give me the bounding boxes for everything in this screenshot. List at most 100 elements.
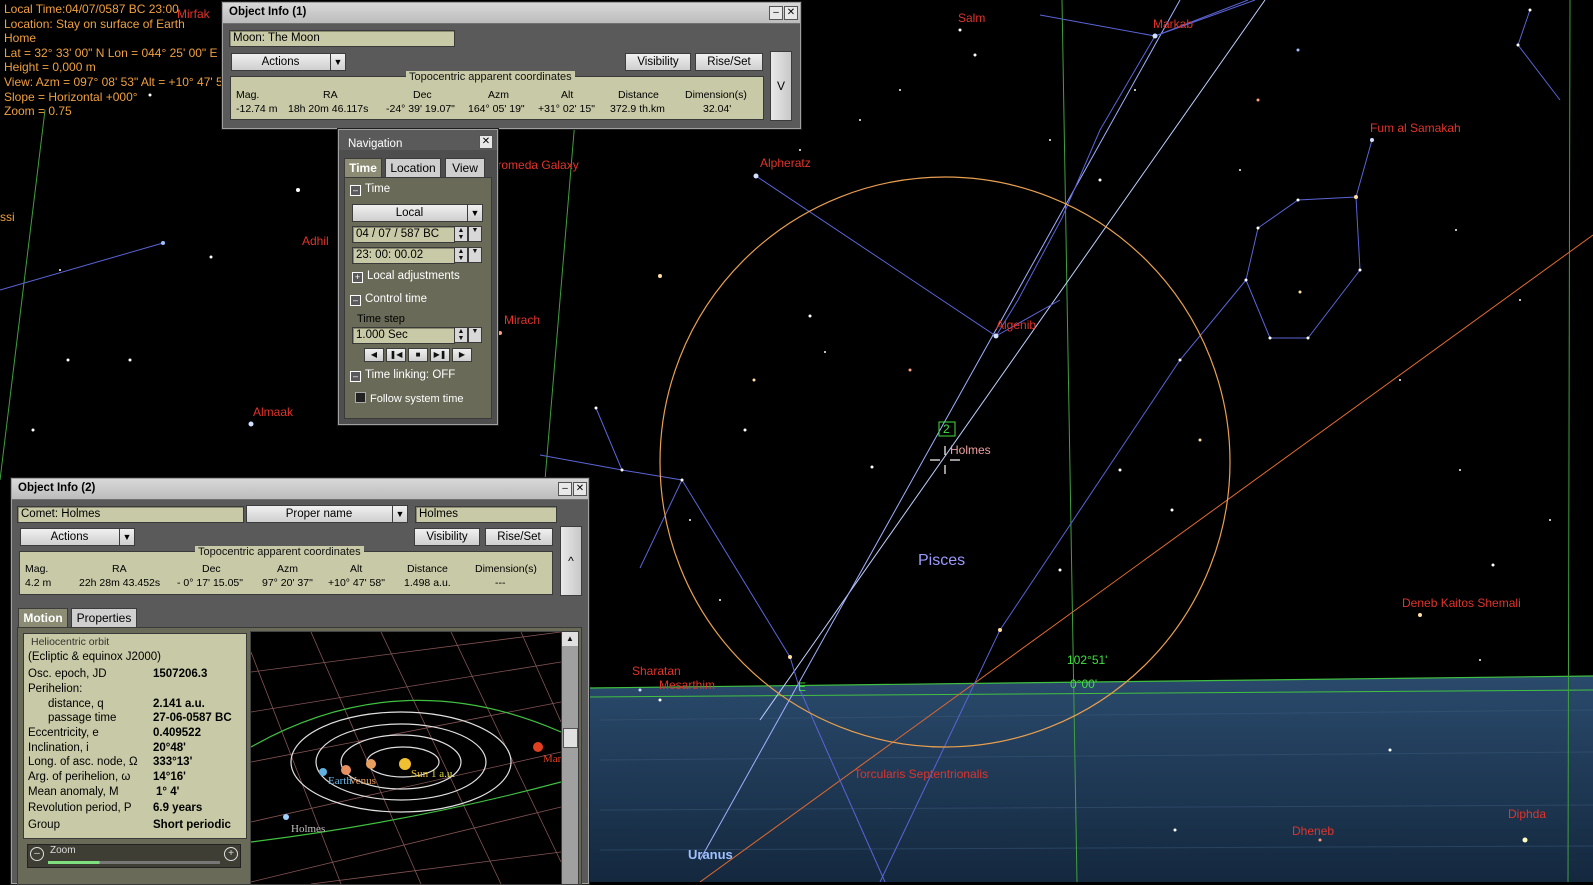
control-time-toggle[interactable]: – Control time bbox=[350, 293, 427, 306]
date-dropdown-icon[interactable]: ▼ bbox=[468, 226, 482, 242]
local-adjustments-toggle[interactable]: + Local adjustments bbox=[352, 270, 460, 283]
hud-height: Height = 0,000 m bbox=[4, 60, 96, 75]
star-label-mirach[interactable]: Mirach bbox=[504, 313, 540, 327]
zoom-out-icon[interactable]: – bbox=[30, 847, 44, 861]
orbit-value-distance: 2.141 a.u. bbox=[153, 698, 205, 710]
proper-name-field[interactable]: Holmes bbox=[415, 506, 557, 523]
navigation-titlebar[interactable]: Navigation ✕ bbox=[339, 130, 497, 150]
compass-east-label: E bbox=[798, 680, 807, 694]
name-type-dropdown[interactable]: Proper name ▼ bbox=[246, 505, 408, 523]
close-icon[interactable]: ✕ bbox=[479, 135, 493, 149]
rise-set-button[interactable]: Rise/Set bbox=[485, 528, 553, 546]
orbit-label-asc-node: Long. of asc. node, Ω bbox=[28, 756, 138, 768]
star-label-dheneb[interactable]: Dheneb bbox=[1292, 824, 1334, 838]
actions-dropdown[interactable]: Actions ▼ bbox=[20, 528, 135, 546]
time-mode-dropdown[interactable]: Local ▼ bbox=[352, 204, 483, 222]
star-label-sharatan[interactable]: Sharatan bbox=[632, 664, 681, 678]
value-ra: 18h 20m 46.117s bbox=[288, 103, 369, 115]
value-dimensions: 32.04' bbox=[703, 103, 732, 115]
stop-icon[interactable]: ■ bbox=[408, 348, 428, 362]
star-label-diphda[interactable]: Diphda bbox=[1508, 807, 1546, 821]
date-field[interactable]: 04 / 07 / 587 BC bbox=[352, 226, 455, 243]
orbit-view-scrollbar[interactable]: ▲ bbox=[561, 631, 579, 885]
star-label-torcularis[interactable]: Torcularis Septentrionalis bbox=[854, 767, 988, 781]
value-alt: +10° 47' 58" bbox=[328, 577, 385, 589]
comet-label-holmes[interactable]: Holmes bbox=[950, 443, 991, 457]
tab-properties[interactable]: Properties bbox=[71, 608, 137, 627]
orbit-label-group: Group bbox=[28, 819, 60, 831]
orbit-value-passage-time: 27-06-0587 BC bbox=[153, 712, 232, 724]
object-info-1-titlebar[interactable]: Object Info (1) – ✕ bbox=[223, 3, 800, 24]
header-ra: RA bbox=[323, 89, 338, 101]
header-azm: Azm bbox=[488, 89, 509, 101]
time-linking-toggle[interactable]: – Time linking: OFF bbox=[350, 369, 455, 382]
minimize-icon[interactable]: – bbox=[769, 6, 783, 20]
step-forward-icon[interactable]: ▶❚ bbox=[430, 348, 450, 362]
object-name-field[interactable]: Moon: The Moon bbox=[229, 30, 455, 47]
orbit-value-asc-node: 333°13' bbox=[153, 756, 193, 768]
orbit-label-arg-perihelion: Arg. of perihelion, ω bbox=[28, 771, 131, 783]
planet-label-uranus[interactable]: Uranus bbox=[688, 847, 733, 862]
object-name-field[interactable]: Comet: Holmes bbox=[17, 506, 244, 523]
tab-motion[interactable]: Motion bbox=[18, 608, 68, 627]
hud-lat-lon: Lat = 32° 33' 00" N Lon = 044° 25' 00" E bbox=[4, 45, 218, 60]
time-step-field[interactable]: 1.000 Sec bbox=[352, 327, 455, 344]
zoom-in-icon[interactable]: + bbox=[224, 847, 238, 861]
star-label-fum-al-samakah[interactable]: Fum al Samakah bbox=[1370, 121, 1461, 135]
orbit-label-sun: Sun bbox=[411, 768, 429, 780]
collapse-toggle[interactable]: ^ bbox=[560, 526, 582, 596]
header-dimensions: Dimension(s) bbox=[475, 563, 537, 575]
header-dimensions: Dimension(s) bbox=[685, 89, 747, 101]
value-distance: 1.498 a.u. bbox=[404, 577, 451, 589]
orbit-label-mars: Mars bbox=[543, 753, 562, 765]
star-label-almaak[interactable]: Almaak bbox=[253, 405, 293, 419]
object-info-2-titlebar[interactable]: Object Info (2) – ✕ bbox=[12, 479, 588, 500]
minimize-icon[interactable]: – bbox=[558, 482, 572, 496]
star-label-adhil[interactable]: Adhil bbox=[302, 234, 329, 248]
actions-dropdown[interactable]: Actions ▼ bbox=[231, 53, 346, 71]
star-label-salm[interactable]: Salm bbox=[958, 11, 985, 25]
close-icon[interactable]: ✕ bbox=[784, 6, 798, 20]
time-step-dropdown-icon[interactable]: ▼ bbox=[468, 327, 482, 343]
object-info-2-window: Object Info (2) – ✕ Comet: Holmes Proper… bbox=[11, 478, 589, 885]
hud-zoom: Zoom = 0.75 bbox=[4, 104, 72, 119]
time-field[interactable]: 23: 00: 00.02 bbox=[352, 247, 455, 264]
play-icon[interactable]: ▶ bbox=[452, 348, 472, 362]
date-spinner[interactable]: ▲ ▼ bbox=[454, 226, 468, 242]
follow-system-time-checkbox[interactable]: Follow system time bbox=[355, 392, 464, 405]
step-back-icon[interactable]: ❚◀ bbox=[386, 348, 406, 362]
time-dropdown-icon[interactable]: ▼ bbox=[468, 247, 482, 263]
orbit-title: Heliocentric orbit bbox=[31, 636, 110, 648]
scroll-up-icon[interactable]: ▲ bbox=[562, 632, 578, 646]
close-icon[interactable]: ✕ bbox=[573, 482, 587, 496]
star-label-alpheratz[interactable]: Alpheratz bbox=[760, 156, 811, 170]
time-spinner[interactable]: ▲ ▼ bbox=[454, 247, 468, 263]
step-back-fast-icon[interactable]: ◀ bbox=[364, 348, 384, 362]
expand-toggle[interactable]: V bbox=[770, 51, 792, 121]
time-section-toggle[interactable]: – Time bbox=[350, 183, 390, 196]
orbit-label-inclination: Inclination, i bbox=[28, 742, 89, 754]
zoom-slider[interactable]: – Zoom + bbox=[27, 844, 241, 868]
value-azm: 97° 20' 37" bbox=[262, 577, 313, 589]
tab-time[interactable]: Time bbox=[344, 158, 382, 177]
zoom-track bbox=[48, 861, 220, 864]
star-label-deneb-kaitos-shemali[interactable]: Deneb Kaitos Shemali bbox=[1402, 596, 1521, 610]
constellation-label-pisces[interactable]: Pisces bbox=[918, 552, 965, 570]
object-marker-number[interactable]: 2 bbox=[943, 422, 950, 436]
rise-set-button[interactable]: Rise/Set bbox=[695, 53, 763, 71]
visibility-button[interactable]: Visibility bbox=[414, 528, 480, 546]
star-label-markab[interactable]: Markab bbox=[1153, 17, 1193, 31]
star-label-algenib[interactable]: Algenib bbox=[996, 318, 1036, 332]
header-distance: Distance bbox=[407, 563, 448, 575]
tab-view[interactable]: View bbox=[445, 158, 485, 177]
orbit-view[interactable]: Earth Venus Sun 1 a.u. Mars Holmes bbox=[250, 631, 562, 885]
scroll-thumb[interactable] bbox=[563, 728, 578, 748]
tab-location[interactable]: Location bbox=[385, 158, 441, 177]
time-step-spinner[interactable]: ▲ ▼ bbox=[454, 327, 468, 343]
orbit-value-arg-perihelion: 14°16' bbox=[153, 771, 186, 783]
header-mag: Mag. bbox=[236, 89, 260, 101]
orbit-subtitle: (Ecliptic & equinox J2000) bbox=[28, 651, 161, 663]
orbit-value-epoch: 1507206.3 bbox=[153, 668, 208, 680]
star-label-mesarthim[interactable]: Mesarthim bbox=[659, 678, 715, 692]
visibility-button[interactable]: Visibility bbox=[625, 53, 691, 71]
